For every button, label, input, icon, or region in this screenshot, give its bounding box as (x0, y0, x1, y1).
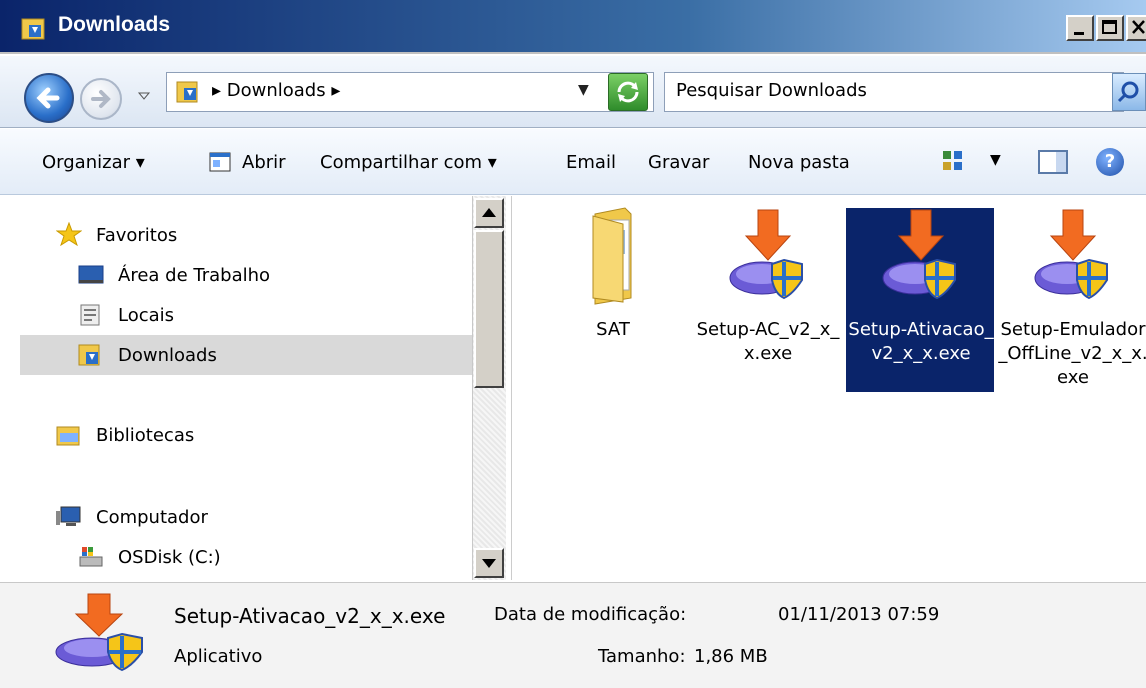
scroll-down-button[interactable] (474, 548, 504, 578)
minimize-icon (1074, 32, 1084, 35)
drive-icon (79, 547, 103, 567)
refresh-icon (617, 81, 639, 103)
refresh-button[interactable] (608, 73, 648, 111)
nav-item-downloads[interactable]: Downloads (118, 345, 217, 366)
file-name: Setup-Emulador_OffLine_v2_x_x.exe (998, 319, 1146, 388)
file-name: Setup-AC_v2_x_x.exe (696, 319, 840, 364)
help-button[interactable]: ? (1096, 148, 1124, 176)
back-button[interactable] (24, 73, 74, 123)
views-dropdown-icon[interactable]: ▼ (990, 152, 1001, 168)
details-file-name: Setup-Ativacao_v2_x_x.exe (174, 604, 446, 628)
arrow-up-icon (482, 208, 496, 217)
close-icon (1132, 20, 1145, 34)
scroll-thumb[interactable] (474, 230, 504, 388)
desktop-icon (78, 265, 104, 284)
search-placeholder: Pesquisar Downloads (676, 80, 867, 101)
address-dropdown-icon[interactable]: ▼ (578, 82, 589, 98)
views-icon[interactable] (940, 148, 966, 174)
open-button[interactable]: Abrir (242, 152, 286, 173)
arrow-down-icon (482, 559, 496, 568)
title-bar[interactable] (0, 0, 1146, 54)
installer-icon (1034, 209, 1108, 300)
forward-button[interactable] (80, 78, 122, 120)
search-icon (1117, 81, 1139, 103)
details-size-value: 1,86 MB (694, 646, 768, 667)
downloads-folder-icon (21, 18, 45, 40)
recent-pages-dropdown-icon[interactable] (136, 88, 152, 104)
folder-icon (592, 207, 632, 305)
nav-item-locais[interactable]: Locais (118, 305, 174, 326)
maximize-icon (1102, 20, 1117, 34)
installer-icon (729, 209, 803, 300)
email-button[interactable]: Email (566, 152, 616, 173)
details-file-type: Aplicativo (174, 646, 263, 667)
address-path[interactable]: ▸ Downloads ▸ (212, 80, 340, 101)
computer-icon (56, 506, 81, 526)
scroll-up-button[interactable] (474, 198, 504, 228)
installer-icon (882, 209, 956, 300)
close-button[interactable] (1126, 15, 1146, 41)
details-modified-label: Data de modificação: (494, 604, 687, 625)
maximize-button[interactable] (1096, 15, 1124, 41)
new-folder-button[interactable]: Nova pasta (748, 152, 850, 173)
downloads-folder-icon (78, 344, 100, 366)
nav-item-computador[interactable]: Computador (96, 507, 208, 528)
favorites-star-icon (56, 222, 82, 246)
downloads-folder-icon (176, 81, 198, 103)
burn-button[interactable]: Gravar (648, 152, 709, 173)
recent-places-icon (80, 304, 100, 326)
file-name: SAT (596, 319, 630, 340)
preview-pane-icon (1056, 152, 1066, 172)
details-size-label: Tamanho: (598, 646, 686, 667)
open-icon (209, 152, 231, 172)
preview-pane-button[interactable] (1038, 150, 1068, 174)
window-title: Downloads (58, 13, 171, 36)
nav-item-area-de-trabalho[interactable]: Área de Trabalho (118, 265, 270, 286)
details-pane (0, 582, 1146, 688)
installer-icon (55, 593, 143, 672)
file-name: Setup-Ativacao_v2_x_x.exe (848, 319, 994, 364)
organize-button[interactable]: Organizar ▾ (42, 152, 145, 173)
forward-arrow-icon (91, 90, 111, 108)
nav-item-favoritos[interactable]: Favoritos (96, 225, 177, 246)
libraries-icon (56, 426, 80, 446)
details-modified-value: 01/11/2013 07:59 (778, 604, 940, 625)
search-button[interactable] (1112, 73, 1146, 111)
share-button[interactable]: Compartilhar com ▾ (320, 152, 497, 173)
nav-item-bibliotecas[interactable]: Bibliotecas (96, 425, 194, 446)
minimize-button[interactable] (1066, 15, 1094, 41)
nav-item-osdisk[interactable]: OSDisk (C:) (118, 547, 221, 568)
back-arrow-icon (36, 87, 60, 109)
